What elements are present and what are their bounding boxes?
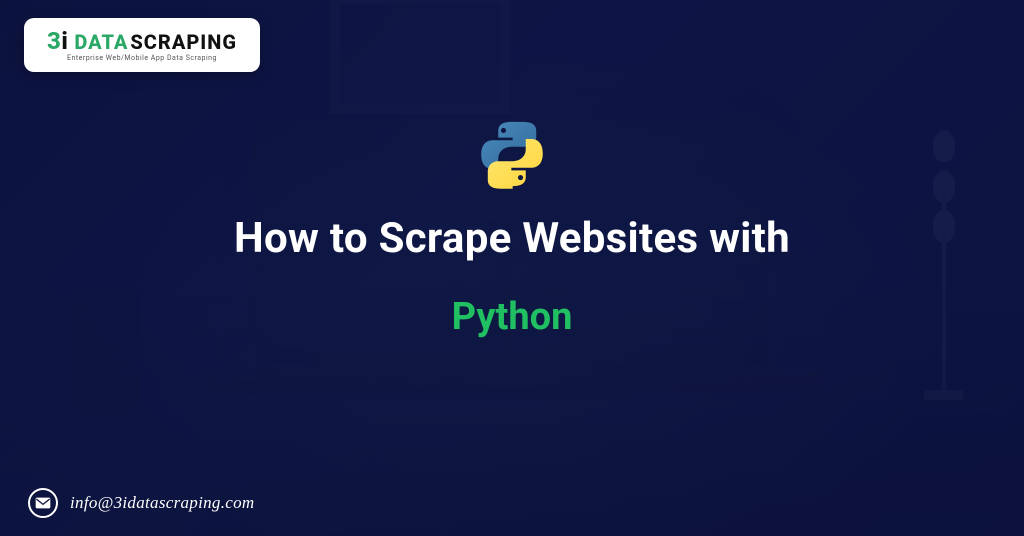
brand-logo: 3i DATASCRAPING [47,29,237,53]
email-address: info@3idatascraping.com [70,493,255,513]
python-logo-icon [476,118,548,190]
email-icon [28,488,58,518]
hero-title-line1: How to Scrape Websites with [234,214,790,263]
hero: How to Scrape Websites with Python [0,118,1024,339]
brand-logo-card: 3i DATASCRAPING Enterprise Web/Mobile Ap… [24,18,260,72]
brand-prefix-black: i [61,27,68,55]
brand-word-green: DATA [74,32,128,52]
brand-word-black: SCRAPING [130,32,237,52]
hero-title-line2: Python [452,295,573,339]
brand-prefix-green: 3 [47,27,61,55]
footer-contact: info@3idatascraping.com [28,488,255,518]
brand-tagline: Enterprise Web/Mobile App Data Scraping [67,55,217,62]
